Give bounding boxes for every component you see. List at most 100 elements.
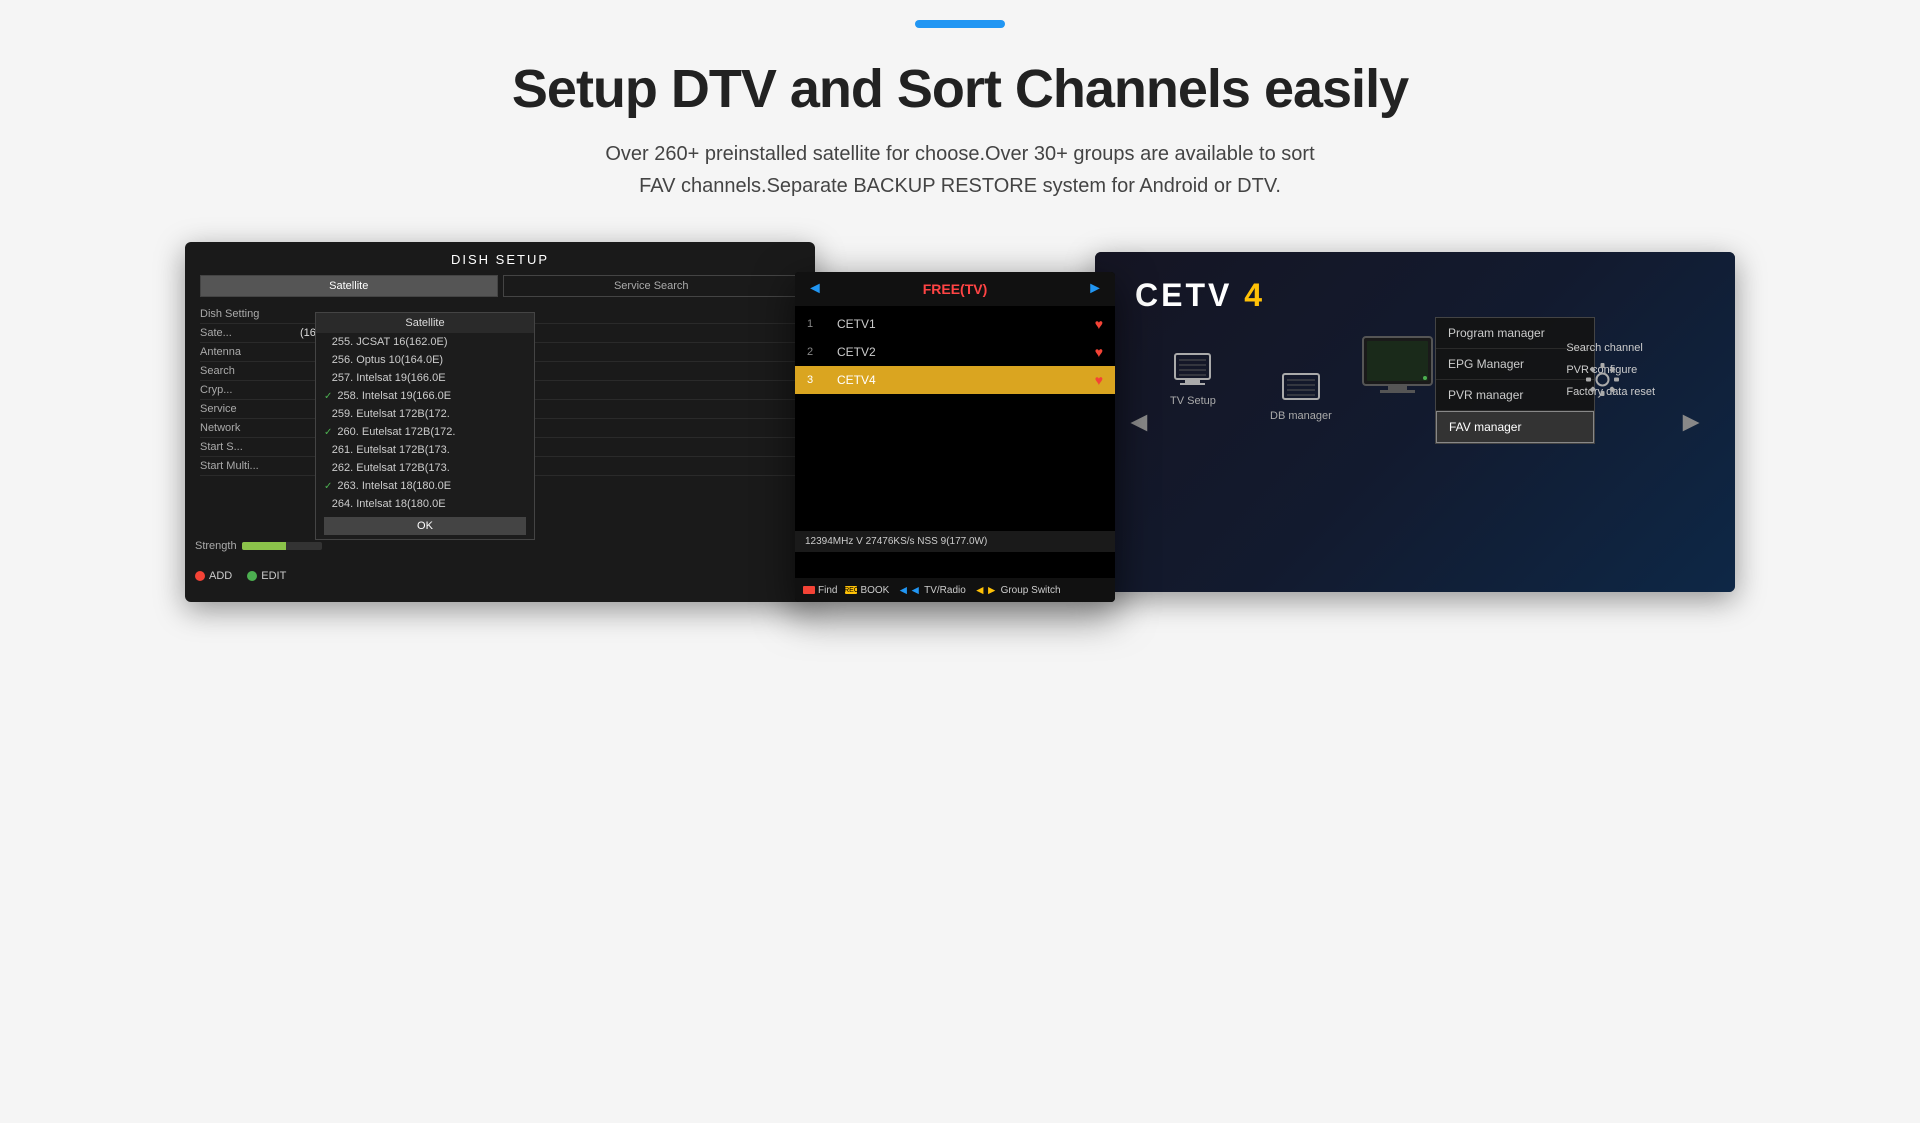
label-start-multi: Start Multi... bbox=[200, 460, 300, 472]
sat-item-261[interactable]: 261. Eutelsat 172B(173. bbox=[316, 441, 534, 459]
channel-controls: Find REC BOOK ◄◄ TV/Radio ◄► Group Switc… bbox=[795, 578, 1115, 602]
strength-row: Strength bbox=[195, 540, 805, 552]
top-bar-line bbox=[915, 20, 1005, 28]
cetv-next-arrow-icon[interactable]: ► bbox=[1677, 406, 1705, 438]
sat-item-259[interactable]: 259. Eutelsat 172B(172. bbox=[316, 405, 534, 423]
channel-list-screen: ◄ FREE(TV) ► 1 CETV1 ♥ 2 CETV2 ♥ bbox=[795, 242, 1115, 602]
screenshots-row: DISH SETUP Satellite Service Search Dish… bbox=[0, 242, 1920, 682]
cetv-screen: CETV 4 ◄ ► bbox=[1095, 252, 1735, 592]
main-tv-icon bbox=[1360, 332, 1435, 402]
channel-list: 1 CETV1 ♥ 2 CETV2 ♥ 3 CETV4 ♥ bbox=[795, 306, 1115, 398]
sat-check-256 bbox=[324, 355, 327, 366]
ctrl-tvradio[interactable]: ◄◄ TV/Radio bbox=[897, 583, 965, 597]
subtitle-line2: FAV channels.Separate BACKUP RESTORE sys… bbox=[639, 175, 1281, 197]
ctrl-groupswitch[interactable]: ◄► Group Switch bbox=[974, 583, 1061, 597]
page-wrapper: Setup DTV and Sort Channels easily Over … bbox=[0, 0, 1920, 682]
sat-item-256[interactable]: 256. Optus 10(164.0E) bbox=[316, 351, 534, 369]
sat-item-257[interactable]: 257. Intelsat 19(166.0E bbox=[316, 369, 534, 387]
red-dot-icon bbox=[195, 571, 205, 581]
sat-item-260[interactable]: ✓ 260. Eutelsat 172B(172. bbox=[316, 423, 534, 441]
ctrl-find-label: Find bbox=[818, 585, 837, 596]
label-start-s: Start S... bbox=[200, 441, 300, 453]
label-sate: Sate... bbox=[200, 327, 300, 339]
ch-prev-arrow-icon[interactable]: ◄ bbox=[807, 280, 823, 298]
ch-num-3: 3 bbox=[807, 374, 837, 386]
channel-freq-info: 12394MHz V 27476KS/s NSS 9(177.0W) bbox=[805, 536, 987, 547]
tv-setup-label: TV Setup bbox=[1170, 395, 1216, 407]
menu-label-fav-manager: FAV manager bbox=[1449, 420, 1521, 434]
sat-item-263[interactable]: ✓ 263. Intelsat 18(180.0E bbox=[316, 477, 534, 495]
main-title: Setup DTV and Sort Channels easily bbox=[0, 58, 1920, 120]
right-menu-label-search-channel: Search channel bbox=[1566, 342, 1642, 354]
sat-item-262[interactable]: 262. Eutelsat 172B(173. bbox=[316, 459, 534, 477]
ch-name-1: CETV1 bbox=[837, 317, 1095, 331]
tab-satellite[interactable]: Satellite bbox=[200, 275, 498, 297]
channel-list-container: ◄ FREE(TV) ► 1 CETV1 ♥ 2 CETV2 ♥ bbox=[795, 272, 1115, 602]
edit-button[interactable]: EDIT bbox=[247, 570, 286, 582]
cetv-num: 4 bbox=[1244, 277, 1265, 313]
db-manager-panel: DB manager bbox=[1270, 372, 1332, 422]
ctrl-groupswitch-label: Group Switch bbox=[1001, 585, 1061, 596]
sat-check-263: ✓ bbox=[324, 481, 332, 492]
add-button[interactable]: ADD bbox=[195, 570, 232, 582]
subtitle: Over 260+ preinstalled satellite for cho… bbox=[0, 138, 1920, 202]
channel-item-1[interactable]: 1 CETV1 ♥ bbox=[795, 310, 1115, 338]
cetv-container: CETV 4 ◄ ► bbox=[1095, 252, 1735, 592]
sat-check-262 bbox=[324, 463, 327, 474]
label-network: Network bbox=[200, 422, 300, 434]
ctrl-book[interactable]: REC BOOK bbox=[845, 583, 889, 597]
add-label: ADD bbox=[209, 570, 232, 582]
channel-item-3[interactable]: 3 CETV4 ♥ bbox=[795, 366, 1115, 394]
menu-label-pvr-manager: PVR manager bbox=[1448, 388, 1523, 402]
sat-item-255[interactable]: 255. JCSAT 16(162.0E) bbox=[316, 333, 534, 351]
sat-check-261 bbox=[324, 445, 327, 456]
label-antenna: Antenna bbox=[200, 346, 300, 358]
sat-name-256: 256. Optus 10(164.0E) bbox=[332, 354, 443, 366]
sat-name-264: 264. Intelsat 18(180.0E bbox=[332, 498, 446, 510]
sat-name-260: 260. Eutelsat 172B(172. bbox=[337, 426, 455, 438]
gear-icon-wrap bbox=[1585, 362, 1620, 402]
ok-button[interactable]: OK bbox=[324, 517, 526, 535]
dish-setup-container: DISH SETUP Satellite Service Search Dish… bbox=[185, 242, 815, 602]
ctrl-ff-icon: ◄► bbox=[974, 583, 998, 597]
strength-bar bbox=[242, 542, 322, 550]
sat-check-264 bbox=[324, 499, 327, 510]
cetv-prev-arrow-icon[interactable]: ◄ bbox=[1125, 406, 1153, 438]
ch-name-3: CETV4 bbox=[837, 373, 1095, 387]
ch-next-arrow-icon[interactable]: ► bbox=[1087, 280, 1103, 298]
tv-setup-icon bbox=[1170, 352, 1215, 392]
tv-setup-panel: TV Setup bbox=[1170, 352, 1216, 407]
channel-item-2[interactable]: 2 CETV2 ♥ bbox=[795, 338, 1115, 366]
sat-name-257: 257. Intelsat 19(166.0E bbox=[332, 372, 446, 384]
top-bar bbox=[0, 0, 1920, 38]
sat-check-260: ✓ bbox=[324, 427, 332, 438]
sat-name-263: 263. Intelsat 18(180.0E bbox=[337, 480, 451, 492]
gear-icon bbox=[1585, 362, 1620, 397]
sat-name-262: 262. Eutelsat 172B(173. bbox=[332, 462, 450, 474]
sat-item-258[interactable]: ✓ 258. Intelsat 19(166.0E bbox=[316, 387, 534, 405]
ch-num-1: 1 bbox=[807, 318, 837, 330]
menu-item-fav-manager[interactable]: FAV manager bbox=[1436, 411, 1594, 443]
sat-name-255: 255. JCSAT 16(162.0E) bbox=[332, 336, 448, 348]
strength-label: Strength bbox=[195, 540, 237, 552]
ctrl-rewind-icon: ◄◄ bbox=[897, 583, 921, 597]
ctrl-find[interactable]: Find bbox=[803, 583, 837, 597]
menu-label-program-manager: Program manager bbox=[1448, 326, 1545, 340]
channel-list-title: FREE(TV) bbox=[923, 281, 988, 297]
ctrl-tvradio-label: TV/Radio bbox=[924, 585, 966, 596]
channel-info-bar: 12394MHz V 27476KS/s NSS 9(177.0W) bbox=[795, 531, 1115, 552]
sat-item-264[interactable]: 264. Intelsat 18(180.0E bbox=[316, 495, 534, 513]
label-search: Search bbox=[200, 365, 300, 377]
db-manager-icon bbox=[1281, 372, 1321, 407]
main-tv-panel bbox=[1360, 332, 1435, 407]
tab-service-search[interactable]: Service Search bbox=[503, 275, 801, 297]
channel-header: ◄ FREE(TV) ► bbox=[795, 272, 1115, 306]
fav-heart-1: ♥ bbox=[1095, 316, 1103, 332]
green-dot-icon bbox=[247, 571, 257, 581]
sat-name-261: 261. Eutelsat 172B(173. bbox=[332, 444, 450, 456]
dish-setup-title: DISH SETUP bbox=[200, 252, 800, 267]
cetv-logo: CETV 4 bbox=[1135, 277, 1265, 314]
satellite-dropdown[interactable]: Satellite 255. JCSAT 16(162.0E) 256. Opt… bbox=[315, 312, 535, 540]
db-manager-label: DB manager bbox=[1270, 410, 1332, 422]
ch-name-2: CETV2 bbox=[837, 345, 1095, 359]
